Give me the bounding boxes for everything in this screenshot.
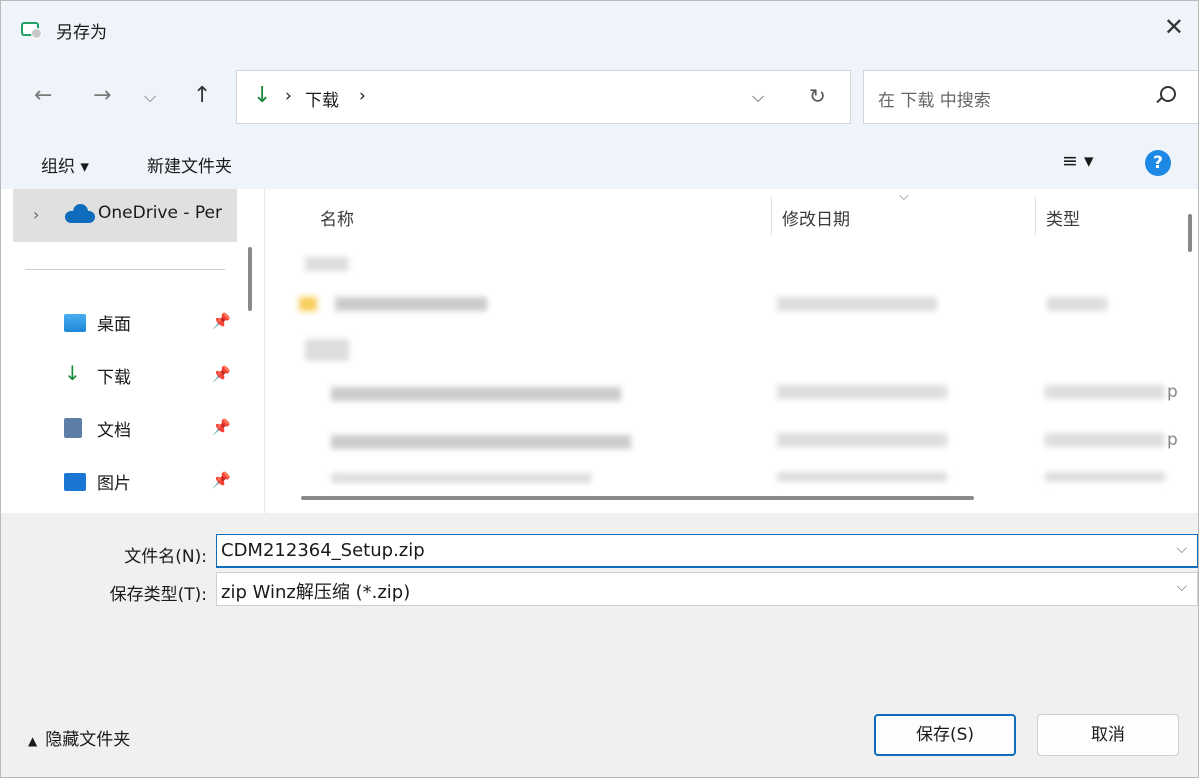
window-title: 另存为 — [56, 23, 107, 43]
back-arrow-icon[interactable]: ← — [34, 83, 52, 108]
sidebar-item-label: 桌面 — [97, 315, 131, 335]
sidebar-divider — [25, 269, 225, 270]
desktop-icon — [64, 314, 86, 332]
chevron-down-icon[interactable]: ⌵ — [1176, 579, 1187, 595]
new-folder-button[interactable]: 新建文件夹 — [147, 152, 232, 177]
pin-icon[interactable]: 📌 — [212, 418, 231, 436]
sidebar-item-pictures[interactable]: 图片 📌 — [64, 467, 244, 497]
filetype-value: zip Winz解压缩 (*.zip) — [221, 582, 411, 603]
horizontal-scrollbar[interactable] — [301, 496, 974, 500]
list-item-date — [777, 385, 947, 399]
sidebar-item-label: OneDrive - Per — [98, 203, 222, 223]
search-placeholder: 在 下载 中搜索 — [878, 91, 991, 111]
list-item-date — [777, 297, 937, 311]
chevron-up-icon: ▲ — [28, 734, 38, 748]
save-button[interactable]: 保存(S) — [874, 714, 1016, 756]
column-header-type[interactable]: 类型 — [1046, 205, 1080, 230]
cancel-button[interactable]: 取消 — [1037, 714, 1179, 756]
list-item-type — [1045, 385, 1165, 399]
filename-value[interactable]: CDM212364_Setup.zip — [221, 540, 425, 561]
list-item-type — [1045, 472, 1165, 482]
filetype-label: 保存类型(T): — [109, 585, 207, 605]
list-item[interactable] — [331, 435, 631, 449]
file-list-scrollbar[interactable] — [1188, 214, 1192, 252]
column-header-modified[interactable]: 修改日期 — [782, 205, 850, 230]
command-bar: 组织 ▾ 新建文件夹 ≡ ▾ ? — [1, 137, 1198, 189]
refresh-icon[interactable]: ↻ — [809, 84, 826, 108]
sidebar-item-documents[interactable]: 文档 📌 — [64, 414, 244, 444]
sidebar-item-label: 文档 — [97, 421, 131, 441]
title-bar: 另存为 ✕ — [1, 1, 1198, 57]
help-icon[interactable]: ? — [1145, 150, 1171, 176]
breadcrumb-downloads[interactable]: 下载 — [305, 86, 339, 111]
filename-field[interactable]: CDM212364_Setup.zip ⌵ — [216, 534, 1198, 568]
forward-arrow-icon[interactable]: → — [93, 83, 111, 108]
group-header[interactable] — [305, 339, 349, 361]
list-item-date — [777, 433, 947, 447]
view-options-icon[interactable]: ≡ ▾ — [1062, 150, 1094, 172]
save-as-dialog: 另存为 ✕ ← → ⌵ ↑ ↓ › 下载 › ⌵ ↻ 在 下载 中搜索 组织 ▾… — [0, 0, 1199, 778]
download-icon: ↓ — [64, 361, 81, 385]
list-item-type — [1047, 297, 1107, 311]
close-icon[interactable]: ✕ — [1164, 15, 1184, 39]
hide-folders-label: 隐藏文件夹 — [45, 730, 131, 750]
column-header-name[interactable]: 名称 — [320, 205, 354, 230]
search-icon[interactable] — [1160, 86, 1176, 102]
list-item-type — [1045, 433, 1165, 447]
onedrive-cloud-icon — [65, 204, 95, 223]
chevron-down-icon[interactable]: ⌵ — [1176, 541, 1187, 557]
column-divider[interactable] — [1035, 197, 1036, 235]
file-list: ⌵ 名称 修改日期 类型 p p — [265, 189, 1198, 513]
filetype-select[interactable]: zip Winz解压缩 (*.zip) ⌵ — [216, 572, 1198, 606]
list-item[interactable] — [335, 297, 487, 311]
column-divider[interactable] — [771, 197, 772, 235]
document-icon — [64, 418, 82, 438]
pin-icon[interactable]: 📌 — [212, 312, 231, 330]
search-box[interactable]: 在 下载 中搜索 — [863, 70, 1198, 124]
expand-chevron-icon[interactable]: › — [33, 205, 39, 224]
list-item[interactable] — [331, 387, 621, 401]
breadcrumb-separator[interactable]: › — [285, 86, 292, 106]
download-icon: ↓ — [253, 83, 272, 108]
save-options-panel: 文件名(N): CDM212364_Setup.zip ⌵ 保存类型(T): z… — [1, 513, 1198, 777]
hide-folders-toggle[interactable]: ▲ 隐藏文件夹 — [28, 725, 130, 750]
up-arrow-icon[interactable]: ↑ — [193, 83, 211, 108]
filename-label: 文件名(N): — [124, 547, 207, 567]
sidebar-scrollbar[interactable] — [248, 247, 252, 311]
sidebar-item-downloads[interactable]: ↓ 下载 📌 — [64, 361, 244, 391]
list-item-type-fragment: p — [1167, 430, 1178, 450]
sidebar-item-desktop[interactable]: 桌面 📌 — [64, 308, 244, 338]
list-item-date — [777, 472, 947, 482]
pin-icon[interactable]: 📌 — [212, 365, 231, 383]
list-item-type-fragment: p — [1167, 382, 1178, 402]
pictures-icon — [64, 473, 86, 491]
navigation-bar: ← → ⌵ ↑ ↓ › 下载 › ⌵ ↻ 在 下载 中搜索 — [1, 57, 1198, 137]
app-icon — [21, 22, 42, 39]
pin-icon[interactable]: 📌 — [212, 471, 231, 489]
breadcrumb-separator[interactable]: › — [359, 86, 366, 106]
sort-indicator-icon: ⌵ — [899, 189, 909, 204]
sidebar-item-label: 图片 — [97, 474, 131, 494]
recent-locations-icon[interactable]: ⌵ — [144, 87, 156, 107]
group-header[interactable] — [305, 257, 349, 271]
folder-icon — [299, 297, 317, 311]
sidebar-item-onedrive[interactable]: › OneDrive - Per — [13, 189, 237, 242]
address-dropdown-icon[interactable]: ⌵ — [752, 87, 764, 107]
organize-menu[interactable]: 组织 ▾ — [41, 152, 89, 177]
sidebar-item-label: 下载 — [97, 368, 131, 388]
navigation-pane: › OneDrive - Per 桌面 📌 ↓ 下载 📌 文档 📌 图片 📌 — [1, 189, 264, 513]
list-item[interactable] — [331, 473, 591, 483]
address-bar[interactable]: ↓ › 下载 › ⌵ ↻ — [236, 70, 851, 124]
